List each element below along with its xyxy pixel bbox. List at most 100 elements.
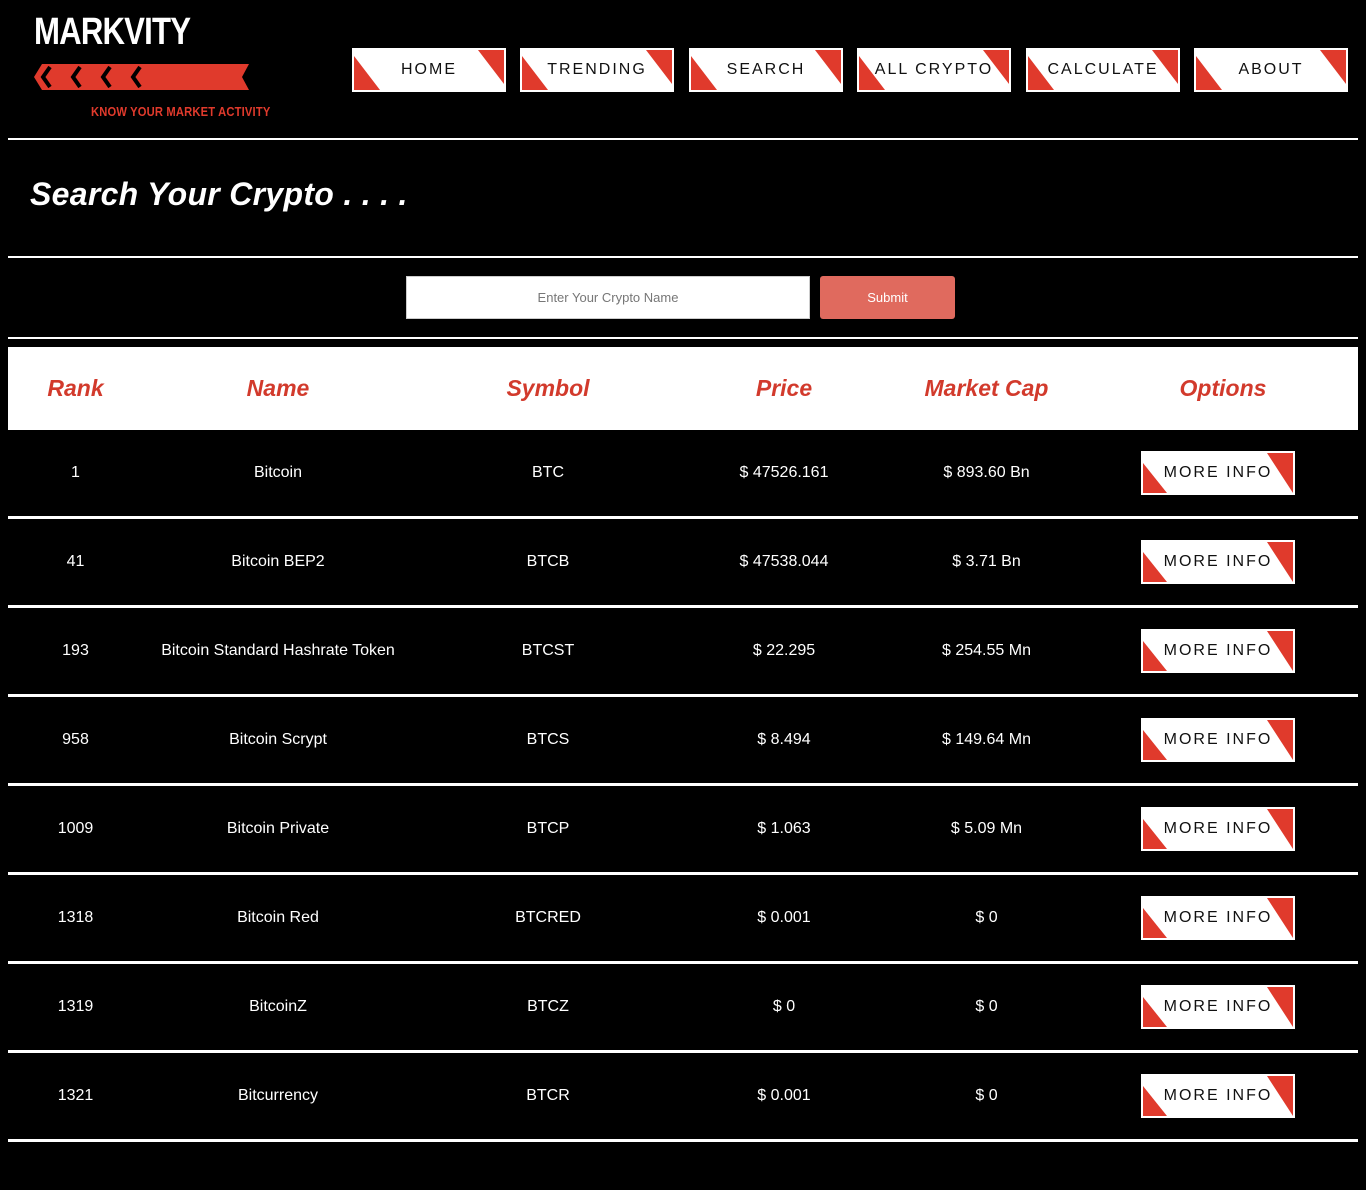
search-input[interactable]: [406, 276, 810, 319]
cell-market-cap: $ 149.64 Mn: [942, 731, 1031, 748]
cell-name: Bitcoin Private: [226, 820, 330, 837]
cell-name: BitcoinZ: [249, 998, 307, 1015]
cell-symbol: BTCR: [526, 1087, 570, 1104]
more-info-button[interactable]: MORE INFO: [1141, 629, 1295, 673]
more-info-label: MORE INFO: [1163, 1087, 1273, 1104]
more-info-label: MORE INFO: [1163, 731, 1273, 748]
cell-price: $ 0.001: [757, 1087, 811, 1104]
cell-rank: 1319: [57, 998, 94, 1015]
cell-name: Bitcoin BEP2: [231, 553, 325, 570]
more-info-button[interactable]: MORE INFO: [1141, 985, 1295, 1029]
crypto-table: Rank Name Symbol Price Market Cap Option…: [8, 347, 1358, 1142]
row-divider: [8, 1139, 1358, 1142]
cell-symbol: BTCB: [526, 553, 570, 570]
corner-decoration: [815, 50, 841, 84]
cell-name: Bitcoin Scrypt: [229, 731, 327, 748]
more-info-button[interactable]: MORE INFO: [1141, 540, 1295, 584]
cell-symbol: BTCP: [526, 820, 570, 837]
table-row: 1318 Bitcoin Red BTCRED $ 0.001 $ 0 MORE…: [8, 875, 1358, 964]
submit-button[interactable]: Submit: [820, 276, 955, 319]
table-row: 41 Bitcoin BEP2 BTCB $ 47538.044 $ 3.71 …: [8, 519, 1358, 608]
header-market-cap: Market Cap: [924, 375, 1049, 401]
brand-tagline: KNOW YOUR MARKET ACTIVITY: [91, 104, 271, 119]
cell-symbol: BTCS: [526, 731, 570, 748]
divider: [8, 337, 1358, 339]
cell-market-cap: $ 0: [975, 909, 998, 926]
divider: [8, 138, 1358, 140]
nav-label: TRENDING: [547, 61, 647, 78]
more-info-button[interactable]: MORE INFO: [1141, 451, 1295, 495]
cell-price: $ 8.494: [757, 731, 811, 748]
nav-about[interactable]: ABOUT: [1194, 48, 1348, 92]
corner-decoration: [478, 50, 504, 84]
cell-market-cap: $ 0: [975, 998, 998, 1015]
nav-trending[interactable]: TRENDING: [520, 48, 674, 92]
table-row: 1 Bitcoin BTC $ 47526.161 $ 893.60 Bn MO…: [8, 430, 1358, 519]
cell-rank: 958: [62, 731, 89, 748]
more-info-button[interactable]: MORE INFO: [1141, 1074, 1295, 1118]
page: MARKVITY KNOW YOUR MARKET ACTIVITY HOME …: [0, 0, 1366, 1190]
nav-home[interactable]: HOME: [352, 48, 506, 92]
header-price: Price: [755, 375, 813, 401]
corner-decoration: [354, 56, 380, 90]
page-title: Search Your Crypto . . . .: [30, 176, 408, 212]
cell-name: Bitcoin Red: [237, 909, 319, 926]
header-symbol: Symbol: [506, 375, 590, 401]
more-info-label: MORE INFO: [1163, 998, 1273, 1015]
corner-decoration: [691, 56, 717, 90]
header-options: Options: [1179, 375, 1267, 401]
cell-rank: 1321: [57, 1087, 94, 1104]
brand-logo[interactable]: MARKVITY KNOW YOUR MARKET ACTIVITY: [34, 8, 270, 123]
cell-market-cap: $ 3.71 Bn: [952, 553, 1021, 570]
more-info-label: MORE INFO: [1163, 820, 1273, 837]
cell-symbol: BTCRED: [515, 909, 581, 926]
table-row: 193 Bitcoin Standard Hashrate Token BTCS…: [8, 608, 1358, 697]
more-info-button[interactable]: MORE INFO: [1141, 896, 1295, 940]
cell-rank: 41: [66, 553, 85, 570]
table-header: Rank Name Symbol Price Market Cap Option…: [8, 347, 1358, 430]
cell-price: $ 0.001: [757, 909, 811, 926]
cell-market-cap: $ 254.55 Mn: [942, 642, 1031, 659]
cell-symbol: BTCST: [521, 642, 575, 659]
table-row: 1321 Bitcurrency BTCR $ 0.001 $ 0 MORE I…: [8, 1053, 1358, 1142]
more-info-button[interactable]: MORE INFO: [1141, 807, 1295, 851]
cell-name: Bitcoin Standard Hashrate Token: [161, 642, 395, 659]
cell-price: $ 47526.161: [739, 464, 829, 481]
cell-rank: 193: [62, 642, 89, 659]
divider: [8, 256, 1358, 258]
more-info-label: MORE INFO: [1163, 642, 1273, 659]
cell-market-cap: $ 893.60 Bn: [943, 464, 1030, 481]
cell-price: $ 1.063: [757, 820, 811, 837]
nav-label: CALCULATE: [1047, 61, 1159, 78]
corner-decoration: [522, 56, 548, 90]
cell-market-cap: $ 0: [975, 1087, 998, 1104]
cell-price: $ 22.295: [752, 642, 816, 659]
cell-rank: 1: [71, 464, 80, 481]
cell-price: $ 0: [772, 998, 796, 1015]
cell-name: Bitcoin: [253, 464, 303, 481]
corner-decoration: [1196, 56, 1222, 90]
nav-label: SEARCH: [726, 61, 806, 78]
cell-price: $ 47538.044: [739, 553, 829, 570]
nav-label: HOME: [401, 61, 457, 78]
nav-all-crypto[interactable]: ALL CRYPTO: [857, 48, 1011, 92]
cell-market-cap: $ 5.09 Mn: [950, 820, 1023, 837]
header-name: Name: [246, 375, 310, 401]
more-info-label: MORE INFO: [1163, 909, 1273, 926]
corner-decoration: [1320, 50, 1346, 84]
cell-rank: 1318: [57, 909, 94, 926]
more-info-label: MORE INFO: [1163, 553, 1273, 570]
nav-label: ALL CRYPTO: [874, 61, 994, 78]
corner-decoration: [646, 50, 672, 84]
table-row: 958 Bitcoin Scrypt BTCS $ 8.494 $ 149.64…: [8, 697, 1358, 786]
table-row: 1319 BitcoinZ BTCZ $ 0 $ 0 MORE INFO: [8, 964, 1358, 1053]
cell-name: Bitcurrency: [237, 1087, 319, 1104]
nav-calculate[interactable]: CALCULATE: [1026, 48, 1180, 92]
table-row: 1009 Bitcoin Private BTCP $ 1.063 $ 5.09…: [8, 786, 1358, 875]
nav-search[interactable]: SEARCH: [689, 48, 843, 92]
cell-rank: 1009: [57, 820, 94, 837]
more-info-button[interactable]: MORE INFO: [1141, 718, 1295, 762]
more-info-label: MORE INFO: [1163, 464, 1273, 481]
cell-symbol: BTC: [532, 464, 564, 481]
cell-symbol: BTCZ: [527, 998, 569, 1015]
